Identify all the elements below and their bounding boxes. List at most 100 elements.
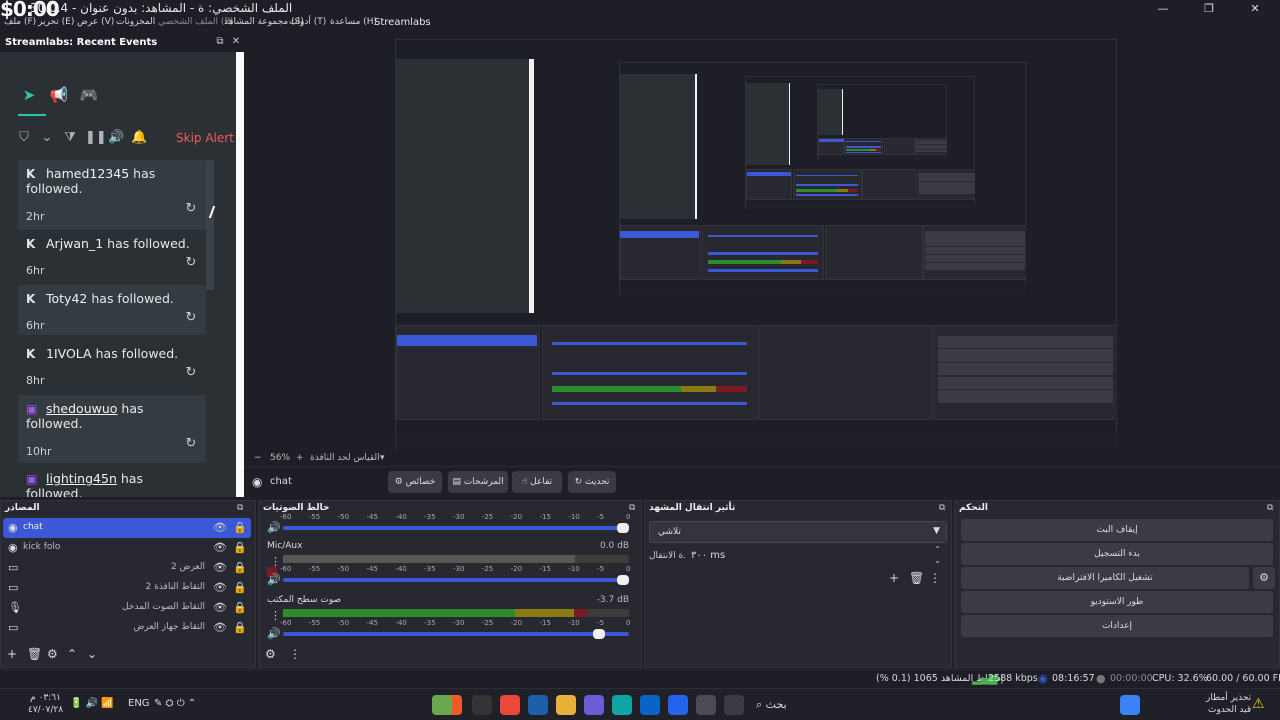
explorer-icon[interactable] (556, 695, 576, 715)
transition-menu-icon[interactable]: ⋮ (929, 571, 941, 585)
replay-icon[interactable]: ↻ (184, 311, 198, 325)
event-username[interactable]: lighting45n (46, 471, 117, 486)
float-dock-icon[interactable]: ⧉ (237, 503, 243, 513)
menu-item[interactable]: تحرير (E) (38, 17, 74, 27)
speaker-icon[interactable]: 🔊 (267, 627, 281, 640)
close-button[interactable]: ✕ (1232, 1, 1278, 17)
volume-knob[interactable] (592, 629, 605, 639)
visibility-icon[interactable]: 👁 (213, 621, 227, 634)
visibility-icon[interactable]: 👁 (213, 541, 227, 554)
speaker-icon[interactable]: 🔊 (267, 521, 281, 534)
float-dock-icon[interactable]: ⧉ (629, 503, 635, 513)
menu-item[interactable]: ملف (F) (4, 17, 36, 27)
outlook-icon[interactable] (640, 695, 660, 715)
replay-icon[interactable]: ↻ (184, 437, 198, 451)
replay-icon[interactable]: ↻ (184, 366, 198, 380)
event-list-scrollbar[interactable] (206, 160, 214, 290)
speaker-icon[interactable]: 🔊 (267, 573, 281, 586)
tray-extra-icons[interactable]: ✎ ⛭ ⏻ ⌃ (154, 698, 196, 709)
replay-icon[interactable]: ↻ (184, 202, 198, 216)
spin-up-icon[interactable]: ⌃ (934, 545, 941, 554)
gear-icon[interactable]: ⚙ (1253, 567, 1275, 589)
volume-knob[interactable] (617, 523, 629, 533)
megaphone-icon[interactable]: 📢 (48, 84, 70, 106)
properties-button[interactable]: ⚙ خصائص (388, 471, 442, 493)
close-dock-icon[interactable]: ✕ (230, 36, 242, 48)
chrome-icon[interactable] (500, 695, 520, 715)
mixer-menu-icon[interactable]: ⋮ (289, 647, 301, 661)
skip-alert-button[interactable]: Skip Alert (176, 128, 234, 148)
virtual-camera-button[interactable]: تشغيل الكاميرا الافتراضية (961, 567, 1249, 589)
minecraft-icon[interactable] (432, 695, 452, 715)
event-card[interactable]: ▣ shedouwuo has followed. 10hr ↻ (18, 395, 206, 463)
shield-icon[interactable]: ⛉ (16, 128, 32, 148)
move-up-icon[interactable]: ⌃ (67, 647, 77, 661)
lock-icon[interactable]: 🔒 (233, 541, 247, 554)
visibility-icon[interactable]: 👁 (213, 521, 227, 534)
paper-plane-icon[interactable]: ➤ (18, 84, 40, 106)
menu-item[interactable]: الملف الشخصي (P) (158, 17, 233, 27)
volume-slider[interactable] (283, 629, 629, 639)
source-settings-icon[interactable]: ⚙ (47, 647, 58, 661)
event-card[interactable]: K 1IVOLA has followed. 8hr ↻ (18, 340, 206, 390)
remove-transition-icon[interactable]: 🗑 (909, 571, 924, 585)
volume-icon[interactable]: 🔊 (108, 128, 124, 148)
bell-icon[interactable]: 🔔 (131, 128, 147, 148)
lock-icon[interactable]: 🔒 (233, 581, 247, 594)
float-dock-icon[interactable]: ⧉ (939, 503, 945, 513)
edge-icon[interactable] (612, 695, 632, 715)
obs-icon[interactable] (472, 695, 492, 715)
settings-button[interactable]: إعدادات (961, 615, 1273, 637)
zoom-dropdown[interactable]: ▾ (380, 453, 385, 463)
source-row[interactable]: ◉ kick folo 👁 🔒 (3, 538, 251, 558)
add-transition-icon[interactable]: + (889, 571, 899, 585)
float-dock-icon[interactable]: ⧉ (214, 36, 226, 48)
start-recording-button[interactable]: بدء التسجيل (961, 543, 1273, 565)
event-username[interactable]: shedouwuo (46, 401, 117, 416)
language-indicator[interactable]: ENG (128, 698, 150, 709)
teams-icon[interactable] (584, 695, 604, 715)
steam-icon[interactable] (528, 695, 548, 715)
lock-icon[interactable]: 🔒 (233, 601, 247, 614)
source-row[interactable]: ▭ العرض 2 👁 🔒 (3, 558, 251, 578)
source-row[interactable]: ▭ التقاط النافذة 2 👁 🔒 (3, 578, 251, 598)
chevron-down-icon[interactable]: ⌄ (39, 128, 55, 148)
source-row[interactable]: ▭ التقاط جهاز العرض 👁 🔒 (3, 618, 251, 638)
spin-down-icon[interactable]: ⌄ (934, 556, 941, 565)
refresh-button[interactable]: ↻ تحديث (568, 471, 616, 493)
visibility-icon[interactable]: 👁 (213, 601, 227, 614)
zoom-in-button[interactable]: + (296, 453, 304, 463)
add-source-icon[interactable]: + (7, 647, 17, 661)
weather-widget[interactable]: تحذير أمطار قيد الحدوث (1206, 692, 1251, 716)
replay-icon[interactable]: ↻ (184, 256, 198, 270)
lock-icon[interactable]: 🔒 (233, 561, 247, 574)
pause-icon[interactable]: ❚❚ (85, 128, 107, 148)
store-icon[interactable] (668, 695, 688, 715)
volume-slider[interactable] (283, 575, 629, 585)
menu-item[interactable]: عرض (V) (77, 17, 114, 27)
source-row[interactable]: 🎙 التقاط الصوت المدخل 👁 🔒 (3, 598, 251, 618)
float-dock-icon[interactable]: ⧉ (1267, 503, 1273, 513)
interact-button[interactable]: ☝ تفاعل (512, 471, 562, 493)
mixer-settings-icon[interactable]: ⚙ (265, 647, 276, 661)
source-row[interactable]: ◉ chat 👁 🔒 (3, 518, 251, 538)
windows-start-icon[interactable] (1120, 695, 1140, 715)
event-card[interactable]: ▣ lighting45n has followed. (18, 465, 206, 497)
volume-slider[interactable] (283, 523, 629, 533)
maximize-button[interactable]: ❐ (1186, 1, 1232, 17)
filters-button[interactable]: ▤ المرشحات (448, 471, 508, 493)
event-card[interactable]: Khamed12345 has followed. 2hr ↻ (18, 160, 206, 230)
preview-area[interactable] (244, 34, 1280, 452)
move-down-icon[interactable]: ⌄ (87, 647, 97, 661)
filter-icon[interactable]: ⧩ (62, 128, 78, 148)
minimize-button[interactable]: — (1140, 1, 1186, 17)
tray-icons[interactable]: 🔋 🔊 📶 (70, 698, 114, 709)
studio-mode-button[interactable]: طور الاستوديو (961, 591, 1273, 613)
visibility-icon[interactable]: 👁 (213, 561, 227, 574)
volume-knob[interactable] (617, 575, 629, 585)
fit-window-label[interactable]: القياس لحد النافذة (310, 453, 380, 463)
event-card[interactable]: K Arjwan_1 has followed. 6hr ↻ (18, 230, 206, 280)
taskbar-search[interactable]: ⌕ بحث (756, 693, 820, 717)
remove-source-icon[interactable]: 🗑 (27, 647, 42, 661)
menu-item[interactable]: مساعدة (H) (330, 17, 377, 27)
